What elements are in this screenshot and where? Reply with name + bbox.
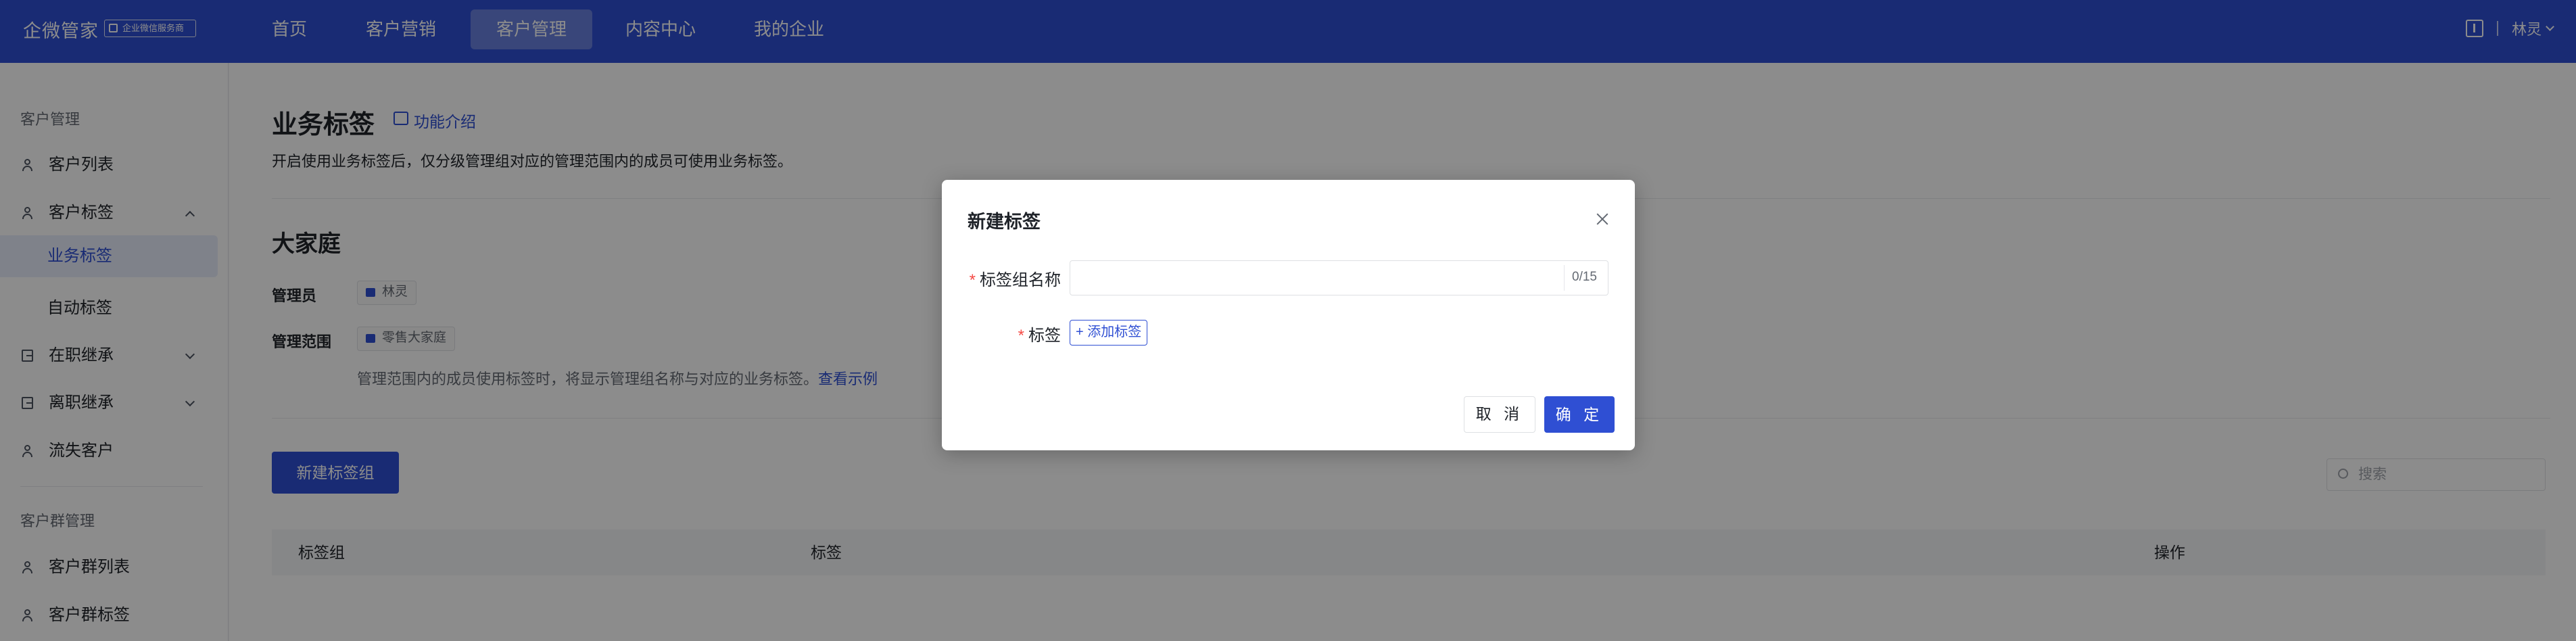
dialog-title: 新建标签 bbox=[968, 212, 1041, 232]
new-tag-dialog: 新建标签 * 标签组名称 0/15 * 标签 + 添加标签 取 消 确 定 bbox=[942, 180, 1635, 450]
char-counter: 0/15 bbox=[1572, 270, 1597, 284]
close-icon[interactable] bbox=[1595, 212, 1610, 227]
divider bbox=[1564, 265, 1565, 291]
tag-label: * 标签 bbox=[968, 322, 1061, 346]
required-mark: * bbox=[1018, 327, 1024, 345]
cancel-button[interactable]: 取 消 bbox=[1464, 396, 1535, 433]
required-mark: * bbox=[969, 271, 976, 289]
add-tag-button[interactable]: + 添加标签 bbox=[1070, 320, 1148, 346]
group-name-label-text: 标签组名称 bbox=[980, 271, 1061, 289]
group-name-input[interactable]: 0/15 bbox=[1070, 260, 1608, 295]
confirm-button[interactable]: 确 定 bbox=[1544, 396, 1615, 433]
group-name-label: * 标签组名称 bbox=[968, 266, 1061, 290]
tag-label-text: 标签 bbox=[1028, 327, 1061, 345]
